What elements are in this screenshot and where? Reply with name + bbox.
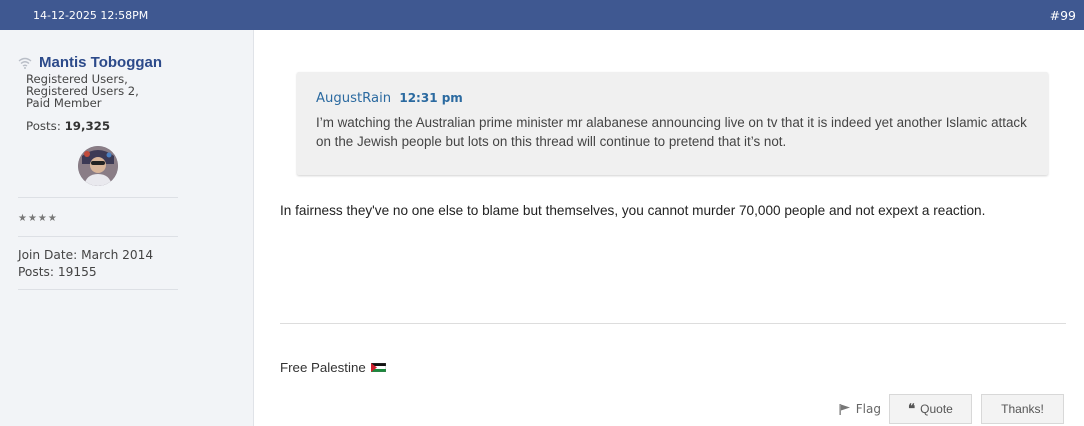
user-rating-stars: ★★★★ bbox=[18, 213, 58, 224]
username-link[interactable]: Mantis Toboggan bbox=[39, 54, 162, 71]
wifi-icon bbox=[18, 57, 32, 69]
post-datetime: 14-12-2025 12:58PM bbox=[33, 8, 149, 22]
signature-text: Free Palestine bbox=[280, 360, 366, 375]
thanks-button[interactable]: Thanks! bbox=[981, 394, 1064, 424]
post-header: 14-12-2025 12:58PM #99 bbox=[0, 0, 1084, 30]
user-sidebar: Mantis Toboggan Registered Users, Regist… bbox=[0, 30, 254, 426]
post-actions: Flag ❝ Quote Thanks! bbox=[839, 394, 1064, 424]
post-count: Posts: 19155 bbox=[18, 265, 97, 279]
palestine-flag-icon bbox=[370, 363, 386, 372]
sidebar-divider bbox=[18, 289, 178, 290]
signature: Free Palestine bbox=[280, 360, 386, 375]
avatar[interactable] bbox=[78, 146, 118, 186]
join-date: Join Date: March 2014 bbox=[18, 248, 154, 262]
post-body-text: In fairness they've no one else to blame… bbox=[280, 203, 986, 218]
user-group: Paid Member bbox=[26, 96, 102, 110]
posts-value: 19,325 bbox=[64, 119, 111, 133]
post-number-link[interactable]: #99 bbox=[1050, 8, 1084, 23]
quote-author-link[interactable]: AugustRain bbox=[316, 91, 391, 106]
quote-button[interactable]: ❝ Quote bbox=[889, 394, 972, 424]
signature-divider bbox=[280, 323, 1066, 324]
quote-text: I’m watching the Australian prime minist… bbox=[316, 115, 1027, 149]
user-posts: Posts: 19,325 bbox=[26, 119, 253, 133]
post-content: AugustRain 12:31 pm I’m watching the Aus… bbox=[254, 30, 1084, 426]
user-meta: Join Date: March 2014 Posts: 19155 bbox=[18, 237, 253, 289]
flag-label: Flag bbox=[855, 402, 881, 416]
posts-label: Posts: bbox=[26, 119, 61, 133]
quote-icon: ❝ bbox=[908, 401, 916, 417]
user-groups: Registered Users, Registered Users 2, Pa… bbox=[26, 73, 253, 109]
flag-button[interactable]: Flag bbox=[839, 402, 881, 416]
quote-label: Quote bbox=[920, 402, 953, 416]
flag-icon bbox=[839, 403, 850, 415]
quote-time: 12:31 pm bbox=[399, 91, 463, 105]
quote-block: AugustRain 12:31 pm I’m watching the Aus… bbox=[297, 72, 1048, 175]
